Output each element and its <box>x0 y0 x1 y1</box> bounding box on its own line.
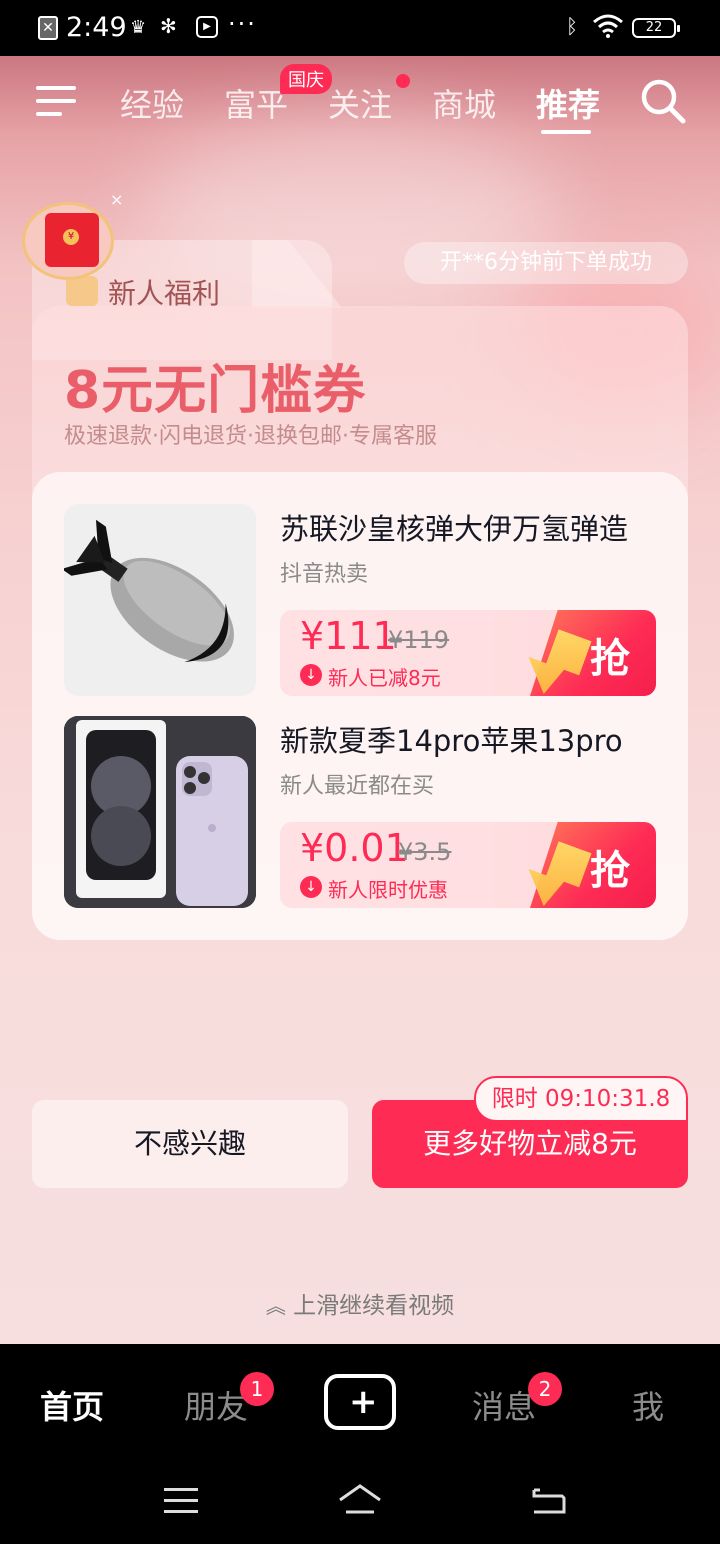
grab-label[interactable]: 抢 <box>590 838 630 896</box>
messages-badge: 2 <box>528 1372 562 1406</box>
tab-following[interactable]: 关注 <box>328 80 392 126</box>
nav-me[interactable]: 我 <box>632 1382 664 1428</box>
product-item[interactable]: 苏联沙皇核弹大伊万氢弹造 抖音热卖 ¥111 ¥119 ↓ 新人已减8元 抢 <box>64 504 656 696</box>
coupon-perks: 极速退款·闪电退货·退换包邮·专属客服 <box>64 424 437 449</box>
price: ¥111 <box>300 614 397 658</box>
menu-icon[interactable] <box>36 86 76 118</box>
original-price: ¥119 <box>388 626 450 654</box>
feed-screen: 经验 富平 国庆 关注 商城 推荐 开**6分钟前下单成功 新人福利 ¥ × 8… <box>0 0 720 1344</box>
wifi-icon <box>593 14 623 38</box>
price-box[interactable]: ¥0.01 ¥3.5 ↓ 新人限时优惠 抢 <box>280 822 656 908</box>
product-image-bomb[interactable] <box>64 504 256 696</box>
arrow-down-icon: ↓ <box>300 876 322 898</box>
more-notifications-icon: ··· <box>228 10 257 38</box>
nav-friends[interactable]: 朋友 <box>184 1382 248 1428</box>
countdown-badge: 限时 09:10:31.8 <box>474 1076 688 1122</box>
not-interested-button[interactable]: 不感兴趣 <box>32 1100 348 1188</box>
nav-messages[interactable]: 消息 <box>472 1382 536 1428</box>
nav-home[interactable]: 首页 <box>40 1382 104 1428</box>
notification-dot <box>396 74 410 88</box>
product-item[interactable]: 新款夏季14pro苹果13pro 新人最近都在买 ¥0.01 ¥3.5 ↓ 新人… <box>64 716 656 908</box>
swipe-hint-label: 上滑继续看视频 <box>293 1293 455 1319</box>
product-title[interactable]: 苏联沙皇核弹大伊万氢弹造 <box>280 506 628 548</box>
national-day-badge: 国庆 <box>280 64 332 94</box>
clock: 2:49 <box>66 12 127 43</box>
battery-icon: 22 <box>632 18 680 38</box>
welfare-icon <box>66 276 98 306</box>
grab-label[interactable]: 抢 <box>590 626 630 684</box>
order-notice: 开**6分钟前下单成功 <box>404 242 688 284</box>
back-icon[interactable] <box>530 1484 570 1518</box>
original-price: ¥3.5 <box>398 838 452 866</box>
notification-icon: ✕ <box>38 16 58 40</box>
create-button[interactable]: + <box>324 1374 396 1430</box>
product-subtitle: 新人最近都在买 <box>280 774 435 799</box>
crown-icon: ♛ <box>130 17 147 38</box>
tab-recommend[interactable]: 推荐 <box>536 80 600 126</box>
double-chevron-up-icon: ︽ <box>265 1294 286 1318</box>
discount-label: 新人限时优惠 <box>328 878 448 902</box>
search-icon[interactable] <box>640 78 686 124</box>
recent-apps-icon[interactable] <box>164 1488 198 1514</box>
fan-icon: ✻ <box>160 14 177 38</box>
close-icon[interactable]: × <box>110 190 123 209</box>
discount-label: 新人已减8元 <box>328 666 441 690</box>
play-icon: ▶ <box>196 16 218 38</box>
coupon-title: 8元无门槛券 <box>64 361 367 421</box>
tab-mall[interactable]: 商城 <box>432 80 496 126</box>
arrow-down-icon: ↓ <box>300 664 322 686</box>
friends-badge: 1 <box>240 1372 274 1406</box>
product-title[interactable]: 新款夏季14pro苹果13pro <box>280 718 623 760</box>
price-box[interactable]: ¥111 ¥119 ↓ 新人已减8元 抢 <box>280 610 656 696</box>
bottom-navigation: 首页 朋友 1 + 消息 2 我 <box>0 1344 720 1456</box>
welfare-title: 新人福利 <box>108 277 221 310</box>
tab-fuping[interactable]: 富平 <box>224 80 288 126</box>
tab-experience[interactable]: 经验 <box>120 80 184 126</box>
plus-icon: + <box>349 1382 378 1422</box>
status-bar: ✕ 2:49 ♛ ✻ ▶ ··· ᛒ 22 <box>0 0 720 56</box>
product-subtitle: 抖音热卖 <box>280 562 369 587</box>
swipe-up-hint[interactable]: ︽ 上滑继续看视频 <box>0 1286 720 1320</box>
price: ¥0.01 <box>300 826 409 870</box>
product-image-phone[interactable] <box>64 716 256 908</box>
top-navigation: 经验 富平 国庆 关注 商城 推荐 <box>0 64 720 144</box>
home-icon[interactable] <box>336 1482 384 1516</box>
active-tab-indicator <box>541 130 591 134</box>
bluetooth-icon: ᛒ <box>566 14 578 38</box>
system-navigation <box>0 1456 720 1544</box>
red-packet-icon[interactable]: ¥ <box>22 202 114 280</box>
